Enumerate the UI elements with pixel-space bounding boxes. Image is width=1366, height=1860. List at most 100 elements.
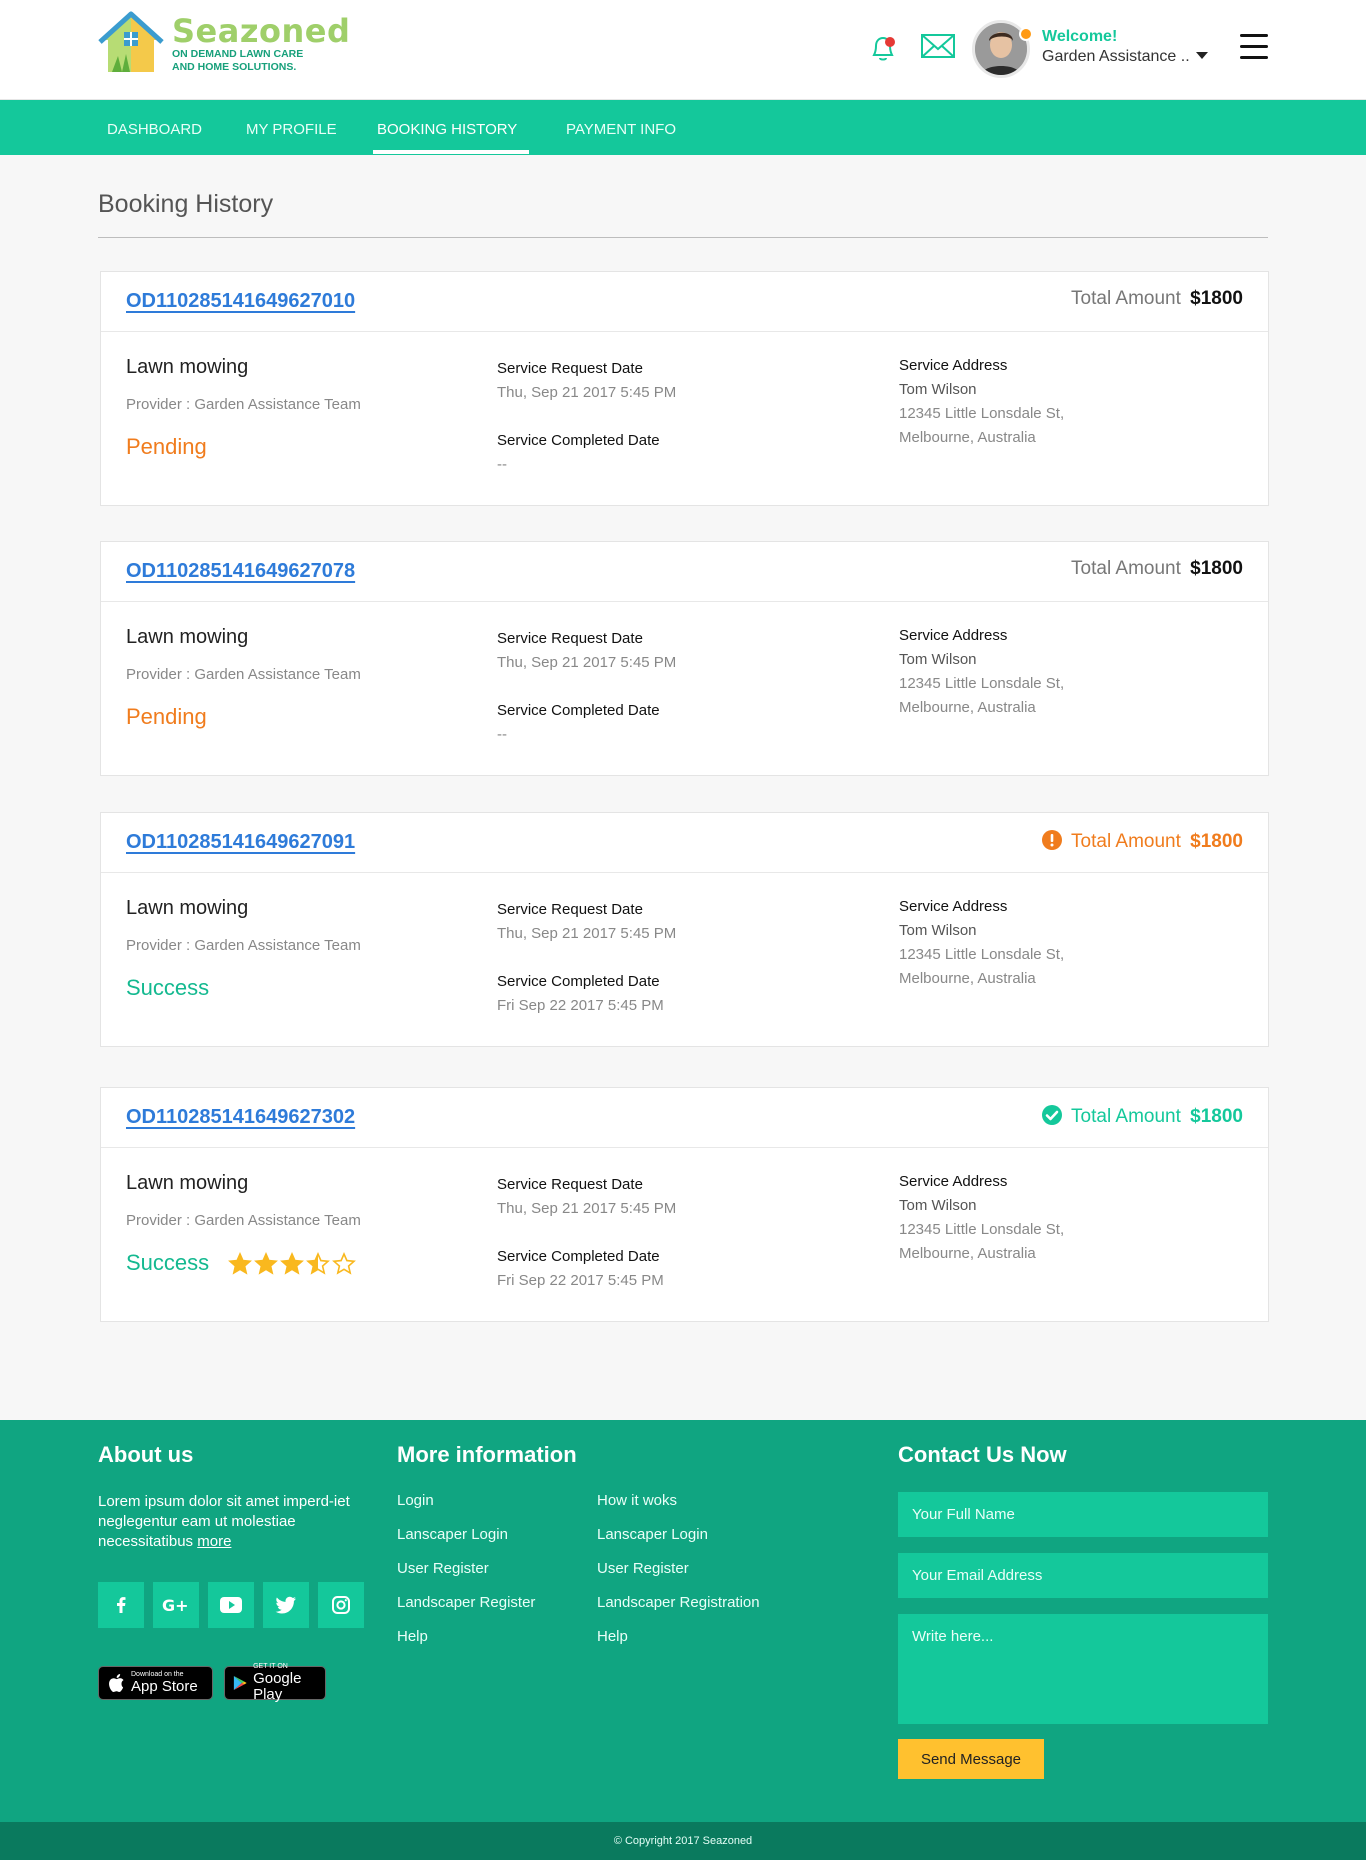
warning-icon: [1042, 830, 1063, 850]
service-address-label: Service Address: [899, 1173, 1008, 1190]
service-address-label: Service Address: [899, 898, 1008, 915]
facebook-icon[interactable]: [98, 1582, 144, 1628]
address-name: Tom Wilson: [899, 381, 977, 398]
brand-tagline-line2: AND HOME SOLUTIONS.: [172, 61, 297, 73]
instagram-icon[interactable]: [318, 1582, 364, 1628]
booking-card-header: OD110285141649627078 Total Amount $1800: [101, 542, 1268, 602]
order-id-link[interactable]: OD110285141649627091: [126, 831, 355, 854]
service-request-date-label: Service Request Date: [497, 1176, 643, 1193]
about-more-link[interactable]: more: [197, 1533, 231, 1550]
booking-card: OD110285141649627302 Total Amount $1800 …: [100, 1087, 1269, 1322]
mail-icon[interactable]: [920, 32, 956, 60]
service-completed-date-label: Service Completed Date: [497, 432, 660, 449]
email-field[interactable]: Your Email Address: [898, 1553, 1268, 1598]
youtube-icon[interactable]: [208, 1582, 254, 1628]
service-completed-date-label: Service Completed Date: [497, 1248, 660, 1265]
total-amount-value: $1800: [1190, 558, 1243, 579]
total-amount: Total Amount $1800: [1041, 1104, 1243, 1128]
brand-logo[interactable]: Seazoned ON DEMAND LAWN CARE AND HOME SO…: [98, 10, 350, 80]
star-half-icon[interactable]: [306, 1252, 330, 1276]
provider-name: Provider : Garden Assistance Team: [126, 1212, 361, 1229]
service-name: Lawn mowing: [126, 356, 249, 378]
address-line2: Melbourne, Australia: [899, 1245, 1036, 1262]
service-name: Lawn mowing: [126, 1172, 249, 1194]
address-line1: 12345 Little Lonsdale St,: [899, 946, 1065, 963]
order-id-link[interactable]: OD110285141649627010: [126, 290, 355, 313]
tab-booking-history[interactable]: BOOKING HISTORY: [377, 100, 517, 155]
address-name: Tom Wilson: [899, 1197, 977, 1214]
rating-stars[interactable]: [228, 1252, 358, 1276]
house-logo-icon: [98, 11, 164, 72]
service-completed-date-label: Service Completed Date: [497, 973, 660, 990]
check-circle-icon: [1042, 1105, 1063, 1125]
tab-payment-info[interactable]: PAYMENT INFO: [566, 100, 676, 155]
brand-tagline: ON DEMAND LAWN CARE AND HOME SOLUTIONS.: [172, 48, 303, 74]
footer-link-landscaper-registration[interactable]: Landscaper Registration: [597, 1594, 760, 1611]
order-id-link[interactable]: OD110285141649627078: [126, 560, 355, 583]
footer-link-how-it-works[interactable]: How it woks: [597, 1492, 677, 1509]
booking-card: OD110285141649627091 Total Amount $1800 …: [100, 812, 1269, 1047]
app-store-big-text: App Store: [131, 1678, 198, 1695]
service-name: Lawn mowing: [126, 626, 249, 648]
google-play-icon: [233, 1675, 247, 1691]
star-filled-icon[interactable]: [280, 1252, 304, 1276]
service-completed-date-value: --: [497, 726, 507, 743]
total-amount-value: $1800: [1190, 1106, 1243, 1127]
footer-link-login[interactable]: Login: [397, 1492, 434, 1509]
service-request-date-value: Thu, Sep 21 2017 5:45 PM: [497, 1200, 677, 1217]
twitter-icon[interactable]: [263, 1582, 309, 1628]
active-tab-indicator: [373, 150, 529, 154]
footer-link-user-register[interactable]: User Register: [397, 1560, 489, 1577]
service-request-date-value: Thu, Sep 21 2017 5:45 PM: [497, 384, 677, 401]
svg-text:G+: G+: [162, 1596, 189, 1615]
send-message-button[interactable]: Send Message: [898, 1739, 1044, 1779]
footer-link-help[interactable]: Help: [397, 1628, 428, 1645]
star-empty-icon[interactable]: [332, 1252, 356, 1276]
star-filled-icon[interactable]: [254, 1252, 278, 1276]
booking-card-header: OD110285141649627010 Total Amount $1800: [101, 272, 1268, 332]
booking-card-header: OD110285141649627091 Total Amount $1800: [101, 813, 1268, 873]
service-request-date-label: Service Request Date: [497, 360, 643, 377]
total-amount-value: $1800: [1190, 288, 1243, 309]
footer-link-lanscaper-login-2[interactable]: Lanscaper Login: [597, 1526, 708, 1543]
google-plus-icon[interactable]: G+: [153, 1582, 199, 1628]
caret-down-icon[interactable]: [1196, 52, 1208, 59]
user-name[interactable]: Garden Assistance ..: [1042, 48, 1190, 66]
app-store-badge[interactable]: Download on the App Store: [98, 1666, 213, 1700]
menu-icon[interactable]: [1240, 34, 1268, 60]
total-amount-value: $1800: [1190, 831, 1243, 852]
booking-status: Pending: [126, 434, 207, 459]
online-status-dot: [1019, 27, 1033, 41]
title-divider: [98, 237, 1268, 238]
welcome-text: Welcome!: [1042, 28, 1118, 45]
page-title: Booking History: [98, 190, 274, 218]
tab-dashboard[interactable]: DASHBOARD: [107, 100, 202, 155]
address-line1: 12345 Little Lonsdale St,: [899, 675, 1065, 692]
footer-link-user-register-2[interactable]: User Register: [597, 1560, 689, 1577]
service-address-label: Service Address: [899, 627, 1008, 644]
total-amount: Total Amount $1800: [1041, 829, 1243, 853]
order-id-link[interactable]: OD110285141649627302: [126, 1106, 355, 1129]
service-completed-date-value: Fri Sep 22 2017 5:45 PM: [497, 1272, 664, 1289]
total-amount: Total Amount $1800: [1071, 558, 1243, 580]
footer-link-lanscaper-login[interactable]: Lanscaper Login: [397, 1526, 508, 1543]
address-line2: Melbourne, Australia: [899, 970, 1036, 987]
full-name-field[interactable]: Your Full Name: [898, 1492, 1268, 1537]
footer-link-landscaper-register[interactable]: Landscaper Register: [397, 1594, 535, 1611]
more-information-heading: More information: [397, 1442, 577, 1467]
provider-name: Provider : Garden Assistance Team: [126, 666, 361, 683]
booking-card-header: OD110285141649627302 Total Amount $1800: [101, 1088, 1268, 1148]
star-filled-icon[interactable]: [228, 1252, 252, 1276]
message-textarea[interactable]: Write here...: [898, 1614, 1268, 1724]
service-request-date-value: Thu, Sep 21 2017 5:45 PM: [497, 654, 677, 671]
footer-link-help-2[interactable]: Help: [597, 1628, 628, 1645]
provider-name: Provider : Garden Assistance Team: [126, 396, 361, 413]
bell-icon[interactable]: [868, 32, 898, 64]
service-completed-date-value: Fri Sep 22 2017 5:45 PM: [497, 997, 664, 1014]
google-play-badge[interactable]: GET IT ON Google Play: [224, 1663, 326, 1703]
main-nav: DASHBOARD MY PROFILE BOOKING HISTORY PAY…: [0, 100, 1366, 155]
service-completed-date-label: Service Completed Date: [497, 702, 660, 719]
top-header: Seazoned ON DEMAND LAWN CARE AND HOME SO…: [0, 0, 1366, 100]
tab-my-profile[interactable]: MY PROFILE: [246, 100, 337, 155]
address-line2: Melbourne, Australia: [899, 699, 1036, 716]
